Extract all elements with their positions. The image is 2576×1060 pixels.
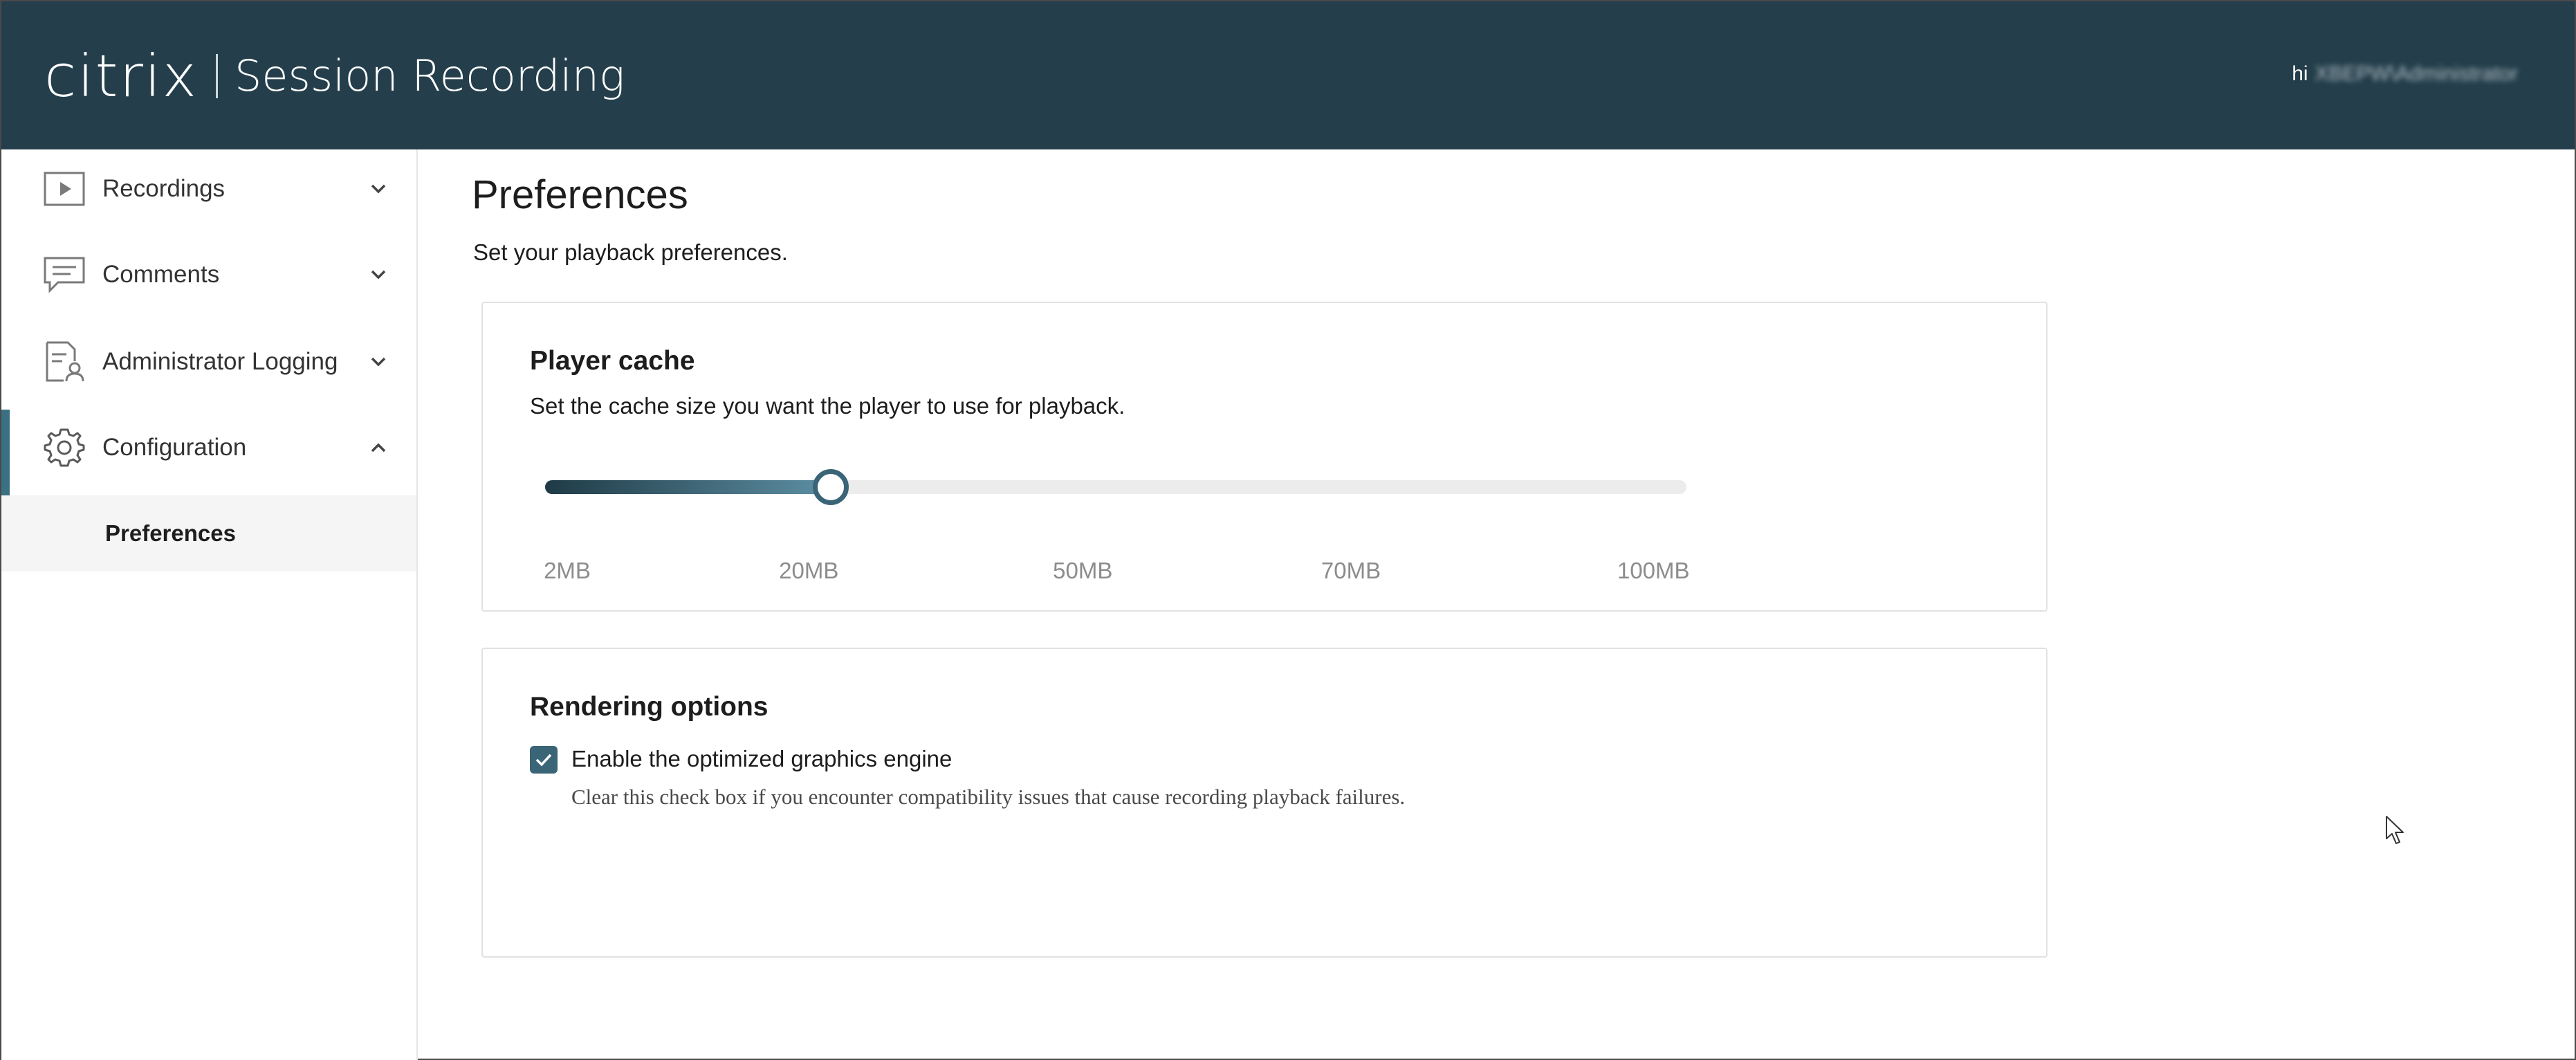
play-icon xyxy=(43,167,86,210)
cache-size-slider[interactable] xyxy=(545,469,1686,505)
slider-fill xyxy=(545,480,831,494)
page-title: Preferences xyxy=(472,172,688,217)
chevron-down-icon[interactable] xyxy=(368,351,389,372)
top-bar: citrix Session Recording hi XBEPW\Admini… xyxy=(1,1,2575,149)
sidebar-item-label: Comments xyxy=(102,261,220,288)
sidebar-item-label: Recordings xyxy=(102,175,226,202)
slider-tick-label: 100MB xyxy=(1617,558,1690,583)
sidebar-item-administrator-logging[interactable]: Administrator Logging xyxy=(1,324,416,400)
optimized-graphics-checkbox[interactable] xyxy=(530,746,558,774)
sidebar-item-recordings[interactable]: Recordings xyxy=(1,151,416,227)
brand-divider xyxy=(216,54,219,98)
optimized-graphics-label[interactable]: Enable the optimized graphics engine xyxy=(571,746,952,772)
user-name: XBEPW\Administrator xyxy=(2315,62,2518,85)
sidebar: Recordings Comments Administrator Loggin… xyxy=(1,149,418,1060)
player-cache-description: Set the cache size you want the player t… xyxy=(530,393,1125,419)
sidebar-item-label: Administrator Logging xyxy=(102,348,338,375)
player-cache-card: Player cache Set the cache size you want… xyxy=(481,302,2048,612)
slider-tick-label: 70MB xyxy=(1321,558,1381,583)
checkmark-icon xyxy=(535,753,552,767)
user-menu[interactable]: hi XBEPW\Administrator xyxy=(2292,62,2518,86)
slider-thumb[interactable] xyxy=(812,469,849,505)
product-name: Session Recording xyxy=(234,51,625,101)
brand: citrix Session Recording xyxy=(44,42,625,111)
page-subtitle: Set your playback preferences. xyxy=(473,239,788,265)
slider-tick-label: 50MB xyxy=(1053,558,1113,583)
slider-tick-label: 2MB xyxy=(544,558,591,583)
rendering-options-card: Rendering options Enable the optimized g… xyxy=(481,648,2048,958)
sidebar-subitem-label: Preferences xyxy=(105,520,236,546)
chevron-down-icon[interactable] xyxy=(368,179,389,199)
citrix-logo: citrix xyxy=(44,42,199,110)
comment-icon xyxy=(43,253,86,296)
sidebar-item-configuration[interactable]: Configuration xyxy=(1,410,416,495)
active-indicator xyxy=(1,410,10,495)
slider-tick-label: 20MB xyxy=(779,558,839,583)
log-icon xyxy=(43,340,86,383)
sidebar-item-comments[interactable]: Comments xyxy=(1,237,416,313)
greeting-text: hi xyxy=(2292,62,2308,85)
sidebar-subitem-preferences[interactable]: Preferences xyxy=(1,495,416,572)
chevron-up-icon[interactable] xyxy=(368,437,389,458)
rendering-options-title: Rendering options xyxy=(530,692,769,722)
player-cache-title: Player cache xyxy=(530,346,695,376)
mouse-cursor-icon xyxy=(2386,816,2404,844)
sidebar-item-label: Configuration xyxy=(102,434,247,461)
chevron-down-icon[interactable] xyxy=(368,264,389,285)
optimized-graphics-help: Clear this check box if you encounter co… xyxy=(571,785,1406,809)
gear-icon xyxy=(43,426,86,469)
